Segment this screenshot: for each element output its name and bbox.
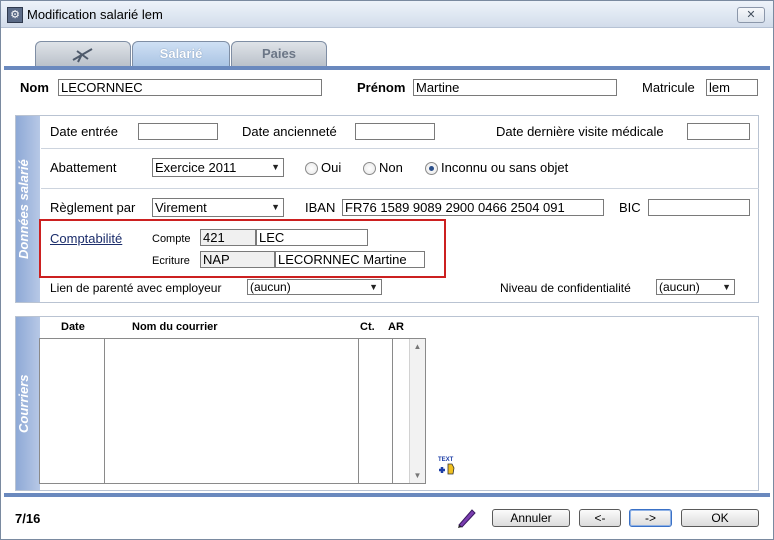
radio-oui[interactable] bbox=[305, 162, 318, 175]
compte-label: Compte bbox=[152, 233, 191, 245]
iban-field[interactable]: FR76 1589 9089 2900 0466 2504 091 bbox=[342, 199, 604, 216]
col-header-ar[interactable]: AR bbox=[388, 321, 404, 333]
prenom-label: Prénom bbox=[357, 80, 406, 95]
iban-label: IBAN bbox=[305, 200, 336, 215]
nom-field[interactable]: LECORNNEC bbox=[58, 79, 322, 96]
list-scrollbar[interactable]: ▲ ▼ bbox=[409, 339, 425, 483]
chevron-down-icon: ▼ bbox=[271, 202, 280, 212]
record-position: 7/16 bbox=[15, 511, 41, 526]
column-divider bbox=[392, 339, 393, 483]
dialog-window: ⚙ Modification salarié lem ✕ Salarié Pai… bbox=[0, 0, 774, 540]
tab-paies[interactable]: Paies bbox=[231, 41, 327, 67]
comptabilite-link[interactable]: Comptabilité bbox=[50, 231, 122, 246]
radio-non[interactable] bbox=[363, 162, 376, 175]
tab-strip: Salarié Paies bbox=[1, 29, 773, 67]
text-document-icon[interactable]: TEXT bbox=[437, 454, 457, 476]
date-anciennete-field[interactable] bbox=[355, 123, 435, 140]
chevron-down-icon: ▼ bbox=[369, 282, 378, 292]
col-header-ct[interactable]: Ct. bbox=[360, 321, 375, 333]
previous-button[interactable]: <- bbox=[579, 509, 621, 527]
courriers-section-title: Courriers bbox=[16, 374, 31, 433]
abattement-value: Exercice 2011 bbox=[155, 160, 237, 175]
column-divider bbox=[104, 339, 105, 483]
title-bar: ⚙ Modification salarié lem ✕ bbox=[1, 1, 773, 28]
radio-non-label: Non bbox=[379, 160, 403, 175]
abattement-select[interactable]: Exercice 2011 ▼ bbox=[152, 158, 284, 177]
chevron-down-icon: ▼ bbox=[722, 282, 731, 292]
ecriture-label: Ecriture bbox=[152, 255, 190, 267]
date-entree-field[interactable] bbox=[138, 123, 218, 140]
date-visite-field[interactable] bbox=[687, 123, 750, 140]
matricule-label: Matricule bbox=[642, 80, 695, 95]
comptabilite-highlight bbox=[39, 219, 446, 278]
matricule-field[interactable]: lem bbox=[706, 79, 758, 96]
niveau-label: Niveau de confidentialité bbox=[500, 281, 631, 295]
bottom-divider bbox=[4, 493, 770, 497]
window-title: Modification salarié lem bbox=[27, 7, 163, 22]
scroll-down-icon[interactable]: ▼ bbox=[410, 468, 425, 483]
donnees-section-title: Données salarié bbox=[16, 159, 31, 259]
annuler-button[interactable]: Annuler bbox=[492, 509, 570, 527]
reglement-label: Règlement par bbox=[50, 200, 136, 215]
bic-field[interactable] bbox=[648, 199, 750, 216]
close-button[interactable]: ✕ bbox=[737, 7, 765, 23]
nom-label: Nom bbox=[20, 80, 49, 95]
text-icon-label: TEXT bbox=[438, 457, 454, 463]
top-divider bbox=[4, 66, 770, 70]
radio-oui-label: Oui bbox=[321, 160, 342, 175]
niveau-select[interactable]: (aucun) ▼ bbox=[656, 279, 735, 295]
donnees-side-bar: Données salarié bbox=[16, 116, 40, 302]
compte-field[interactable]: LEC bbox=[256, 229, 368, 246]
ok-button[interactable]: OK bbox=[681, 509, 759, 527]
bic-label: BIC bbox=[619, 200, 641, 215]
ecriture-field[interactable]: LECORNNEC Martine bbox=[275, 251, 425, 268]
radio-inconnu-label: Inconnu ou sans objet bbox=[441, 160, 569, 175]
abattement-label: Abattement bbox=[50, 160, 117, 175]
chevron-down-icon: ▼ bbox=[271, 162, 280, 172]
courriers-side-bar: Courriers bbox=[16, 317, 40, 490]
niveau-value: (aucun) bbox=[659, 280, 700, 294]
prenom-field[interactable]: Martine bbox=[413, 79, 617, 96]
reglement-value: Virement bbox=[155, 200, 207, 215]
plane-icon bbox=[72, 48, 93, 63]
courriers-list[interactable]: ▲ ▼ bbox=[39, 338, 426, 484]
lien-value: (aucun) bbox=[250, 280, 291, 294]
lien-label: Lien de parenté avec employeur bbox=[50, 281, 222, 295]
scroll-up-icon[interactable]: ▲ bbox=[410, 339, 425, 354]
lien-select[interactable]: (aucun) ▼ bbox=[247, 279, 382, 295]
radio-inconnu[interactable] bbox=[425, 162, 438, 175]
pencil-icon[interactable] bbox=[455, 507, 477, 529]
divider bbox=[41, 148, 759, 149]
app-icon: ⚙ bbox=[7, 7, 23, 23]
col-header-nom[interactable]: Nom du courrier bbox=[132, 321, 218, 333]
date-entree-label: Date entrée bbox=[50, 124, 118, 139]
column-divider bbox=[358, 339, 359, 483]
compte-code-field[interactable]: 421 bbox=[200, 229, 256, 246]
col-header-date[interactable]: Date bbox=[61, 321, 85, 333]
tab-salarie[interactable]: Salarié bbox=[132, 41, 230, 67]
date-visite-label: Date dernière visite médicale bbox=[496, 124, 664, 139]
divider bbox=[41, 188, 759, 189]
next-button[interactable]: -> bbox=[629, 509, 672, 527]
tab-employer[interactable] bbox=[35, 41, 131, 67]
date-anciennete-label: Date ancienneté bbox=[242, 124, 337, 139]
ecriture-code-field[interactable]: NAP bbox=[200, 251, 275, 268]
reglement-select[interactable]: Virement ▼ bbox=[152, 198, 284, 217]
